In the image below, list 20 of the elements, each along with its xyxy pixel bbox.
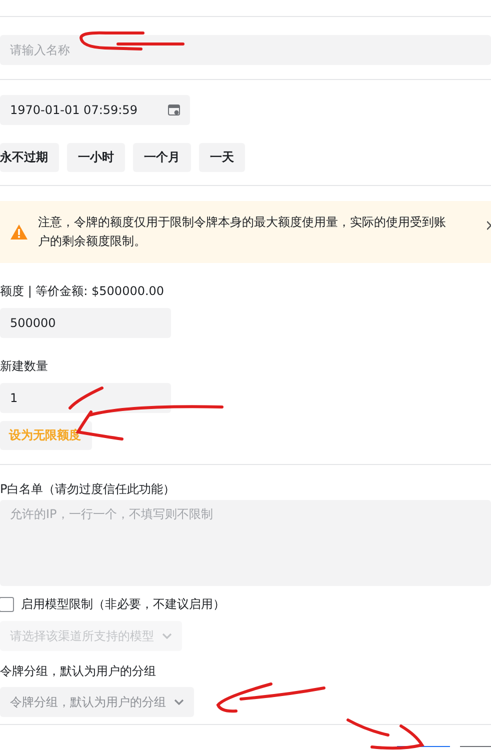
- quick-expiry-button[interactable]: 一天: [199, 143, 245, 172]
- warning-icon: [10, 224, 28, 240]
- quota-label: 额度 | 等价金额: $500000.00: [0, 283, 166, 300]
- quota-input-field[interactable]: 500000: [0, 308, 171, 338]
- chevron-down-icon: [174, 699, 184, 705]
- quick-expiry-button[interactable]: 永不过期: [0, 143, 59, 172]
- ip-whitelist-field[interactable]: 允许的IP，一行一个，不填写则不限制: [0, 500, 491, 586]
- count-input-field[interactable]: 1: [0, 383, 171, 413]
- warning-text: 注意，令牌的额度仅用于限制令牌本身的最大额度使用量，实际的使用受到账户的剩余额度限制。: [38, 214, 447, 250]
- quick-expiry-button[interactable]: 一个月: [133, 143, 191, 172]
- calendar-icon: [168, 104, 180, 116]
- date-time-field[interactable]: 1970-01-01 07:59:59: [0, 95, 190, 125]
- name-input-field[interactable]: 请输入名称: [0, 35, 491, 65]
- group-label: 令牌分组，默认为用户的分组: [0, 663, 156, 680]
- close-icon[interactable]: [487, 221, 491, 230]
- quick-expiry-button[interactable]: 一小时: [67, 143, 125, 172]
- ip-whitelist-label: P白名单（请勿过度信任此功能）: [0, 481, 176, 498]
- model-limit-label: 启用模型限制（非必要，不建议启用）: [21, 596, 225, 613]
- chevron-down-icon: [162, 633, 172, 639]
- count-label: 新建数量: [0, 358, 49, 375]
